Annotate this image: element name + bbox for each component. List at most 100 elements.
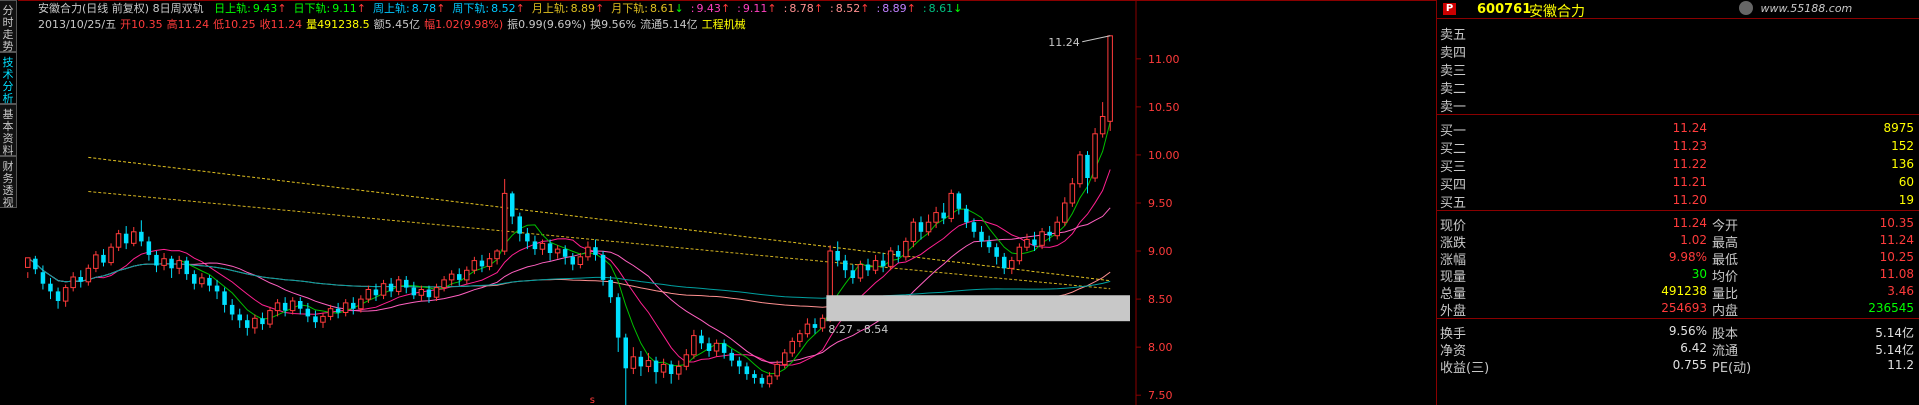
- candle-body: [380, 283, 387, 296]
- stock-name: 安徽合力: [1529, 4, 1585, 20]
- tab-technical[interactable]: 技术分析: [0, 52, 17, 105]
- stat-value: 11.24: [1879, 233, 1914, 247]
- candle-body: [948, 192, 954, 219]
- candle-body: [115, 233, 122, 248]
- gap-range-label: 8.27 - 8.54: [828, 323, 888, 336]
- candle-body: [804, 323, 811, 335]
- candle-body: [1062, 202, 1068, 223]
- ask-row[interactable]: 卖五: [1437, 22, 1919, 43]
- stats-separator: [1437, 210, 1919, 211]
- candle-body: [766, 375, 773, 385]
- candle-body: [600, 254, 606, 280]
- candle-body: [70, 276, 76, 289]
- stat-value: 236545: [1868, 301, 1914, 315]
- candle-body: [199, 277, 205, 285]
- candle-body: [85, 267, 92, 283]
- candle-body: [797, 333, 803, 342]
- candle-body: [48, 283, 53, 292]
- bid-row[interactable]: 买二 11.23 152: [1437, 136, 1919, 157]
- bid-row[interactable]: 买一 11.24 8975: [1437, 118, 1919, 139]
- candle-body: [1085, 154, 1090, 178]
- fund-value: 6.42: [1680, 341, 1707, 355]
- candle-body: [676, 365, 682, 375]
- candle-body: [819, 317, 826, 329]
- candle-body: [986, 241, 992, 248]
- candle-body: [222, 291, 227, 305]
- candle-body: [691, 335, 697, 356]
- bid-label: 买五: [1440, 196, 1467, 211]
- candle-body: [411, 287, 417, 296]
- candle-body: [759, 377, 765, 384]
- candle-body: [1002, 256, 1007, 269]
- candle-body: [683, 354, 690, 367]
- candle-body: [925, 221, 932, 233]
- ask-row[interactable]: 卖二: [1437, 76, 1919, 97]
- candle-body: [298, 301, 303, 309]
- tab-intraday[interactable]: 分时走势: [0, 0, 17, 53]
- ask-row[interactable]: 卖四: [1437, 40, 1919, 61]
- candle-body: [1024, 239, 1030, 248]
- stat-label: 外盘: [1440, 304, 1467, 319]
- candle-body: [782, 352, 788, 365]
- bid-volume: 8975: [1883, 121, 1914, 135]
- candle-body: [660, 363, 667, 373]
- candle-body: [517, 216, 522, 234]
- tab-finance[interactable]: 财务透视: [0, 156, 17, 209]
- bid-row[interactable]: 买四 11.21 60: [1437, 172, 1919, 193]
- candle-body: [964, 208, 969, 223]
- high-marker-line: [1082, 35, 1111, 43]
- candle-body: [562, 249, 568, 257]
- ask-row[interactable]: 卖三: [1437, 58, 1919, 79]
- quote-panel: P 600761 安徽合力 www.55188.com 卖五 卖四 卖三 卖二卖一买一…: [1436, 0, 1919, 405]
- site-logo: www.55188.com: [1739, 1, 1919, 17]
- candle-body: [176, 260, 182, 269]
- candle-body: [547, 243, 553, 253]
- candle-body: [373, 289, 379, 296]
- candle-body: [274, 302, 281, 312]
- p-badge[interactable]: P: [1443, 3, 1456, 15]
- ask-row[interactable]: 卖一: [1437, 94, 1919, 115]
- stat-label: 内盘: [1712, 304, 1739, 319]
- y-tick-label: 9.50: [1148, 197, 1173, 210]
- bid-volume: 60: [1898, 175, 1914, 189]
- price-chart-svg[interactable]: 11.00 10.50 10.00 9.50 9.00 8.50 8.00 7.50 11.24…: [18, 0, 1436, 405]
- candle-body: [184, 260, 189, 275]
- stat-value: 10.25: [1879, 250, 1914, 264]
- bid-volume: 136: [1891, 157, 1914, 171]
- y-tick-label: 8.00: [1148, 341, 1173, 354]
- candle-body: [123, 233, 129, 244]
- short-ma-line: [178, 121, 1111, 375]
- candle-body: [289, 300, 296, 312]
- candle-body: [843, 260, 848, 271]
- ask-label: 卖一: [1440, 100, 1467, 115]
- fundamental-row: 净资 6.42 流通 5.14亿: [1437, 339, 1919, 359]
- candle-body: [335, 308, 341, 313]
- candle-body: [630, 356, 637, 369]
- candle-body: [850, 270, 856, 278]
- candle-body: [471, 260, 478, 271]
- y-tick-label: 10.00: [1148, 149, 1180, 162]
- quote-title-bar: P 600761 安徽合力 www.55188.com: [1437, 0, 1919, 20]
- fund-value: 9.56%: [1668, 324, 1707, 338]
- bid-row[interactable]: 买五 11.20 19: [1437, 190, 1919, 211]
- bid-row[interactable]: 买三 11.22 136: [1437, 154, 1919, 175]
- candle-body: [1092, 133, 1098, 179]
- candle-body: [494, 250, 500, 260]
- stock-code: 600761: [1477, 2, 1532, 17]
- kline-chart[interactable]: 安徽合力(日线 前复权) 8日周双轨 日上轨: 9.43↑ 日下轨: 9.11↑ 周上轨…: [18, 0, 1436, 405]
- candle-body: [994, 247, 999, 257]
- candle-body: [752, 374, 757, 378]
- candle-body: [1047, 231, 1052, 236]
- stat-row: 现量 30 均价 11.08: [1437, 265, 1919, 285]
- week-upper-rail-line: [27, 169, 1111, 366]
- day-upper-rail-line: [88, 156, 1111, 282]
- tab-profile[interactable]: 基本资料: [0, 104, 17, 157]
- fund-label: PE(动): [1712, 361, 1752, 376]
- candle-body: [237, 314, 242, 321]
- candle-body: [55, 291, 61, 301]
- candle-body: [774, 363, 780, 377]
- candle-body: [1009, 260, 1015, 269]
- y-tick-label: 7.50: [1148, 389, 1173, 402]
- stat-value: 3.46: [1887, 284, 1914, 298]
- candle-body: [404, 279, 409, 288]
